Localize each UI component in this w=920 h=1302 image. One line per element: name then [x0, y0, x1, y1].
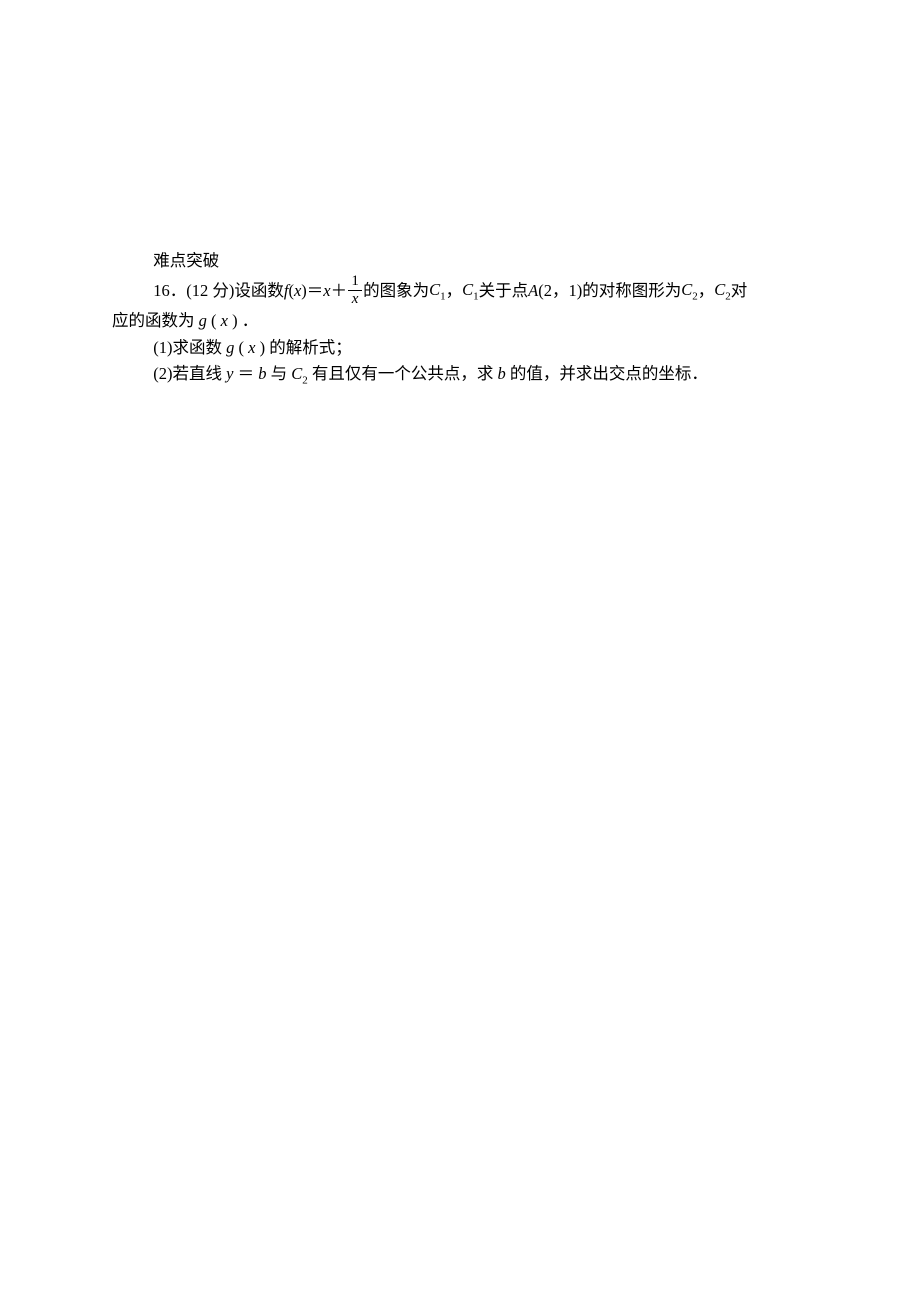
curve-c2b: C2: [714, 277, 731, 306]
curve-c2: C2: [681, 277, 698, 306]
paren-open3: (: [239, 338, 245, 357]
frac-num: 1: [351, 273, 359, 290]
problem-stem-line1: 16． (12 分) 设函数 f ( x ) ＝ x ＋ 1 x 的图象为 C1…: [112, 274, 808, 308]
var-y: y: [226, 364, 233, 383]
text-intro6: ，: [698, 278, 715, 304]
var-x4: x: [248, 338, 255, 357]
var-b2: b: [497, 364, 505, 383]
question-2: (2)若直线 y ＝ b 与 C2 有且仅有一个公共点，求 b 的值，并求出交点…: [112, 361, 808, 390]
text-intro4: 关于点: [479, 278, 529, 304]
point-a-coords: (2，1): [538, 278, 582, 304]
q1-prefix: (1)求函数: [153, 338, 226, 357]
text-intro1: 设函数: [234, 278, 284, 304]
var-b: b: [258, 364, 266, 383]
text-intro7: 对: [731, 278, 748, 304]
func-g2: g: [226, 338, 234, 357]
point-a: A: [528, 278, 538, 304]
q1-suffix: 的解析式；: [269, 338, 352, 357]
func-g: g: [199, 311, 207, 330]
problem-stem-line2: 应的函数为 g ( x ) ．: [112, 308, 808, 334]
paren-close2: ): [232, 311, 238, 330]
eq-sign: ＝: [307, 278, 324, 304]
q2-mid1: 与: [271, 364, 292, 383]
section-title: 难点突破: [112, 248, 808, 274]
q2-mid2: 有且仅有一个公共点，求: [312, 364, 498, 383]
q2-prefix: (2)若直线: [153, 364, 226, 383]
curve-c1b: C1: [462, 277, 479, 306]
frac-den: x: [352, 291, 359, 308]
curve-c1: C1: [429, 277, 446, 306]
q2-suffix: 的值，并求出交点的坐标．: [510, 364, 708, 383]
paren-open2: (: [211, 311, 217, 330]
var-x: x: [294, 278, 301, 304]
var-x2: x: [323, 278, 330, 304]
var-x3: x: [221, 311, 228, 330]
eq-sign2: ＝: [238, 364, 255, 383]
line2a: 应的函数为: [112, 311, 199, 330]
problem-points: (12 分): [186, 278, 234, 304]
fraction-one-over-x: 1 x: [348, 273, 362, 307]
problem-number: 16．: [153, 278, 186, 304]
paren-close3: ): [260, 338, 266, 357]
text-intro5: 的对称图形为: [582, 278, 681, 304]
text-intro3: ，: [446, 278, 463, 304]
plus-sign: ＋: [331, 278, 348, 304]
curve-c2c: C2: [291, 364, 308, 383]
question-1: (1)求函数 g ( x ) 的解析式；: [112, 335, 808, 361]
text-intro2: 的图象为: [363, 278, 429, 304]
line2b: ．: [242, 311, 259, 330]
